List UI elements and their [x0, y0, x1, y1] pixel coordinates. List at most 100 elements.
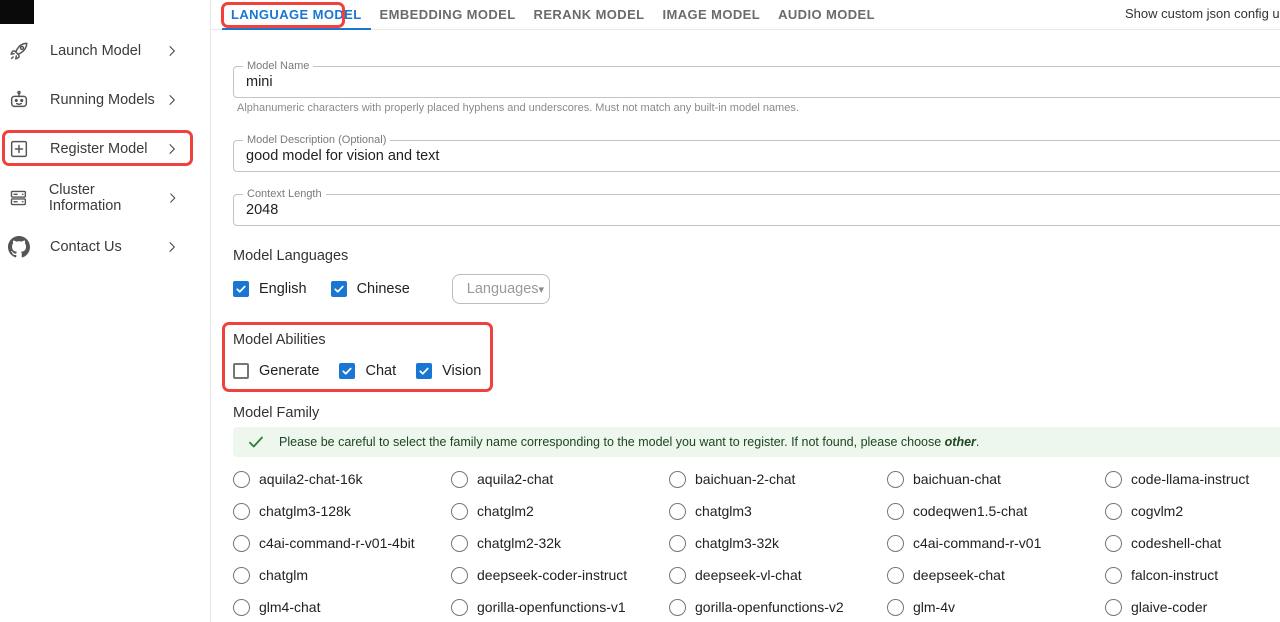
- radio-icon: [1105, 535, 1122, 552]
- tab-audio-model[interactable]: AUDIO MODEL: [769, 0, 884, 29]
- robot-icon: [8, 89, 30, 111]
- radio-c4ai-command-r-v01[interactable]: c4ai-command-r-v01: [887, 527, 1105, 559]
- radio-icon: [887, 567, 904, 584]
- chevron-down-icon: ▾: [539, 283, 545, 296]
- model-name-field[interactable]: Model Name: [233, 66, 1280, 98]
- radio-codeshell-chat[interactable]: codeshell-chat: [1105, 527, 1280, 559]
- radio-label: baichuan-chat: [913, 471, 1001, 487]
- check-icon: [247, 433, 265, 451]
- chevron-right-icon: [164, 239, 180, 255]
- checkbox-english[interactable]: English: [233, 281, 307, 297]
- model-description-field[interactable]: Model Description (Optional): [233, 140, 1280, 172]
- radio-label: chatglm2: [477, 503, 534, 519]
- context-length-input[interactable]: [234, 195, 1280, 225]
- checked-checkbox-icon: [416, 363, 432, 379]
- tab-image-model[interactable]: IMAGE MODEL: [654, 0, 770, 29]
- radio-label: glm-4v: [913, 599, 955, 615]
- tab-language-model[interactable]: LANGUAGE MODEL: [222, 0, 371, 29]
- radio-label: chatglm3-32k: [695, 535, 779, 551]
- radio-label: chatglm: [259, 567, 308, 583]
- radio-glm-4v[interactable]: glm-4v: [887, 591, 1105, 622]
- radio-aquila2-chat-16k[interactable]: aquila2-chat-16k: [233, 463, 451, 495]
- radio-cogvlm2[interactable]: cogvlm2: [1105, 495, 1280, 527]
- radio-gorilla-openfunctions-v2[interactable]: gorilla-openfunctions-v2: [669, 591, 887, 622]
- radio-label: code-llama-instruct: [1131, 471, 1249, 487]
- context-length-field[interactable]: Context Length: [233, 194, 1280, 226]
- checkbox-label: Generate: [259, 363, 319, 379]
- checked-checkbox-icon: [339, 363, 355, 379]
- radio-icon: [233, 599, 250, 616]
- checkbox-chinese[interactable]: Chinese: [331, 281, 410, 297]
- radio-icon: [669, 567, 686, 584]
- radio-code-llama-instruct[interactable]: code-llama-instruct: [1105, 463, 1280, 495]
- checkbox-generate[interactable]: Generate: [233, 363, 319, 379]
- show-custom-json-config-link[interactable]: Show custom json config used b: [1125, 6, 1280, 21]
- radio-chatglm2[interactable]: chatglm2: [451, 495, 669, 527]
- radio-label: c4ai-command-r-v01-4bit: [259, 535, 415, 551]
- radio-icon: [451, 471, 468, 488]
- model-name-input[interactable]: [234, 67, 1280, 97]
- sidebar-item-label: Register Model: [50, 141, 148, 157]
- radio-label: codeqwen1.5-chat: [913, 503, 1027, 519]
- chevron-right-icon: [164, 141, 180, 157]
- radio-deepseek-coder-instruct[interactable]: deepseek-coder-instruct: [451, 559, 669, 591]
- checkbox-label: Chat: [365, 363, 396, 379]
- chevron-right-icon: [164, 92, 180, 108]
- radio-icon: [233, 471, 250, 488]
- radio-codeqwen1-5-chat[interactable]: codeqwen1.5-chat: [887, 495, 1105, 527]
- radio-chatglm3-32k[interactable]: chatglm3-32k: [669, 527, 887, 559]
- radio-icon: [1105, 599, 1122, 616]
- sidebar: Launch Model Running Models Register Model…: [0, 0, 211, 622]
- languages-select-placeholder: Languages: [467, 281, 539, 297]
- radio-label: chatglm3-128k: [259, 503, 351, 519]
- checkbox-chat[interactable]: Chat: [339, 363, 396, 379]
- model-family-notice-text: Please be careful to select the family n…: [279, 435, 979, 449]
- model-description-input[interactable]: [234, 141, 1280, 171]
- sidebar-item-register-model[interactable]: Register Model: [0, 124, 210, 173]
- checked-checkbox-icon: [233, 281, 249, 297]
- radio-baichuan-2-chat[interactable]: baichuan-2-chat: [669, 463, 887, 495]
- checkbox-vision[interactable]: Vision: [416, 363, 481, 379]
- radio-glaive-coder[interactable]: glaive-coder: [1105, 591, 1280, 622]
- radio-icon: [669, 503, 686, 520]
- sidebar-item-running-models[interactable]: Running Models: [0, 75, 210, 124]
- languages-select[interactable]: Languages▾: [452, 274, 550, 304]
- model-languages-row: English Chinese Languages▾: [233, 274, 1280, 304]
- model-name-helper-text: Alphanumeric characters with properly pl…: [237, 102, 1280, 114]
- radio-label: glaive-coder: [1131, 599, 1207, 615]
- radio-icon: [451, 503, 468, 520]
- radio-deepseek-chat[interactable]: deepseek-chat: [887, 559, 1105, 591]
- radio-icon: [1105, 567, 1122, 584]
- sidebar-item-label: Running Models: [50, 92, 155, 108]
- radio-label: gorilla-openfunctions-v1: [477, 599, 626, 615]
- chevron-right-icon: [164, 43, 180, 59]
- radio-baichuan-chat[interactable]: baichuan-chat: [887, 463, 1105, 495]
- checked-checkbox-icon: [331, 281, 347, 297]
- radio-label: gorilla-openfunctions-v2: [695, 599, 844, 615]
- radio-deepseek-vl-chat[interactable]: deepseek-vl-chat: [669, 559, 887, 591]
- tab-rerank-model[interactable]: RERANK MODEL: [525, 0, 654, 29]
- sidebar-item-label: Contact Us: [50, 239, 122, 255]
- tab-embedding-model[interactable]: EMBEDDING MODEL: [371, 0, 525, 29]
- radio-chatglm3-128k[interactable]: chatglm3-128k: [233, 495, 451, 527]
- radio-label: aquila2-chat-16k: [259, 471, 363, 487]
- sidebar-item-cluster-information[interactable]: Cluster Information: [0, 173, 210, 222]
- radio-aquila2-chat[interactable]: aquila2-chat: [451, 463, 669, 495]
- radio-label: aquila2-chat: [477, 471, 553, 487]
- radio-label: deepseek-vl-chat: [695, 567, 802, 583]
- radio-falcon-instruct[interactable]: falcon-instruct: [1105, 559, 1280, 591]
- radio-icon: [669, 599, 686, 616]
- sidebar-item-contact-us[interactable]: Contact Us: [0, 222, 210, 271]
- radio-glm4-chat[interactable]: glm4-chat: [233, 591, 451, 622]
- radio-gorilla-openfunctions-v1[interactable]: gorilla-openfunctions-v1: [451, 591, 669, 622]
- radio-chatglm3[interactable]: chatglm3: [669, 495, 887, 527]
- radio-chatglm[interactable]: chatglm: [233, 559, 451, 591]
- radio-label: glm4-chat: [259, 599, 320, 615]
- register-form: Model Name Alphanumeric characters with …: [211, 66, 1280, 622]
- chevron-right-icon: [165, 190, 180, 206]
- radio-chatglm2-32k[interactable]: chatglm2-32k: [451, 527, 669, 559]
- radio-label: c4ai-command-r-v01: [913, 535, 1041, 551]
- sidebar-item-launch-model[interactable]: Launch Model: [0, 26, 210, 75]
- radio-c4ai-command-r-v01-4bit[interactable]: c4ai-command-r-v01-4bit: [233, 527, 451, 559]
- model-type-tabs: LANGUAGE MODELEMBEDDING MODELRERANK MODE…: [211, 0, 1280, 30]
